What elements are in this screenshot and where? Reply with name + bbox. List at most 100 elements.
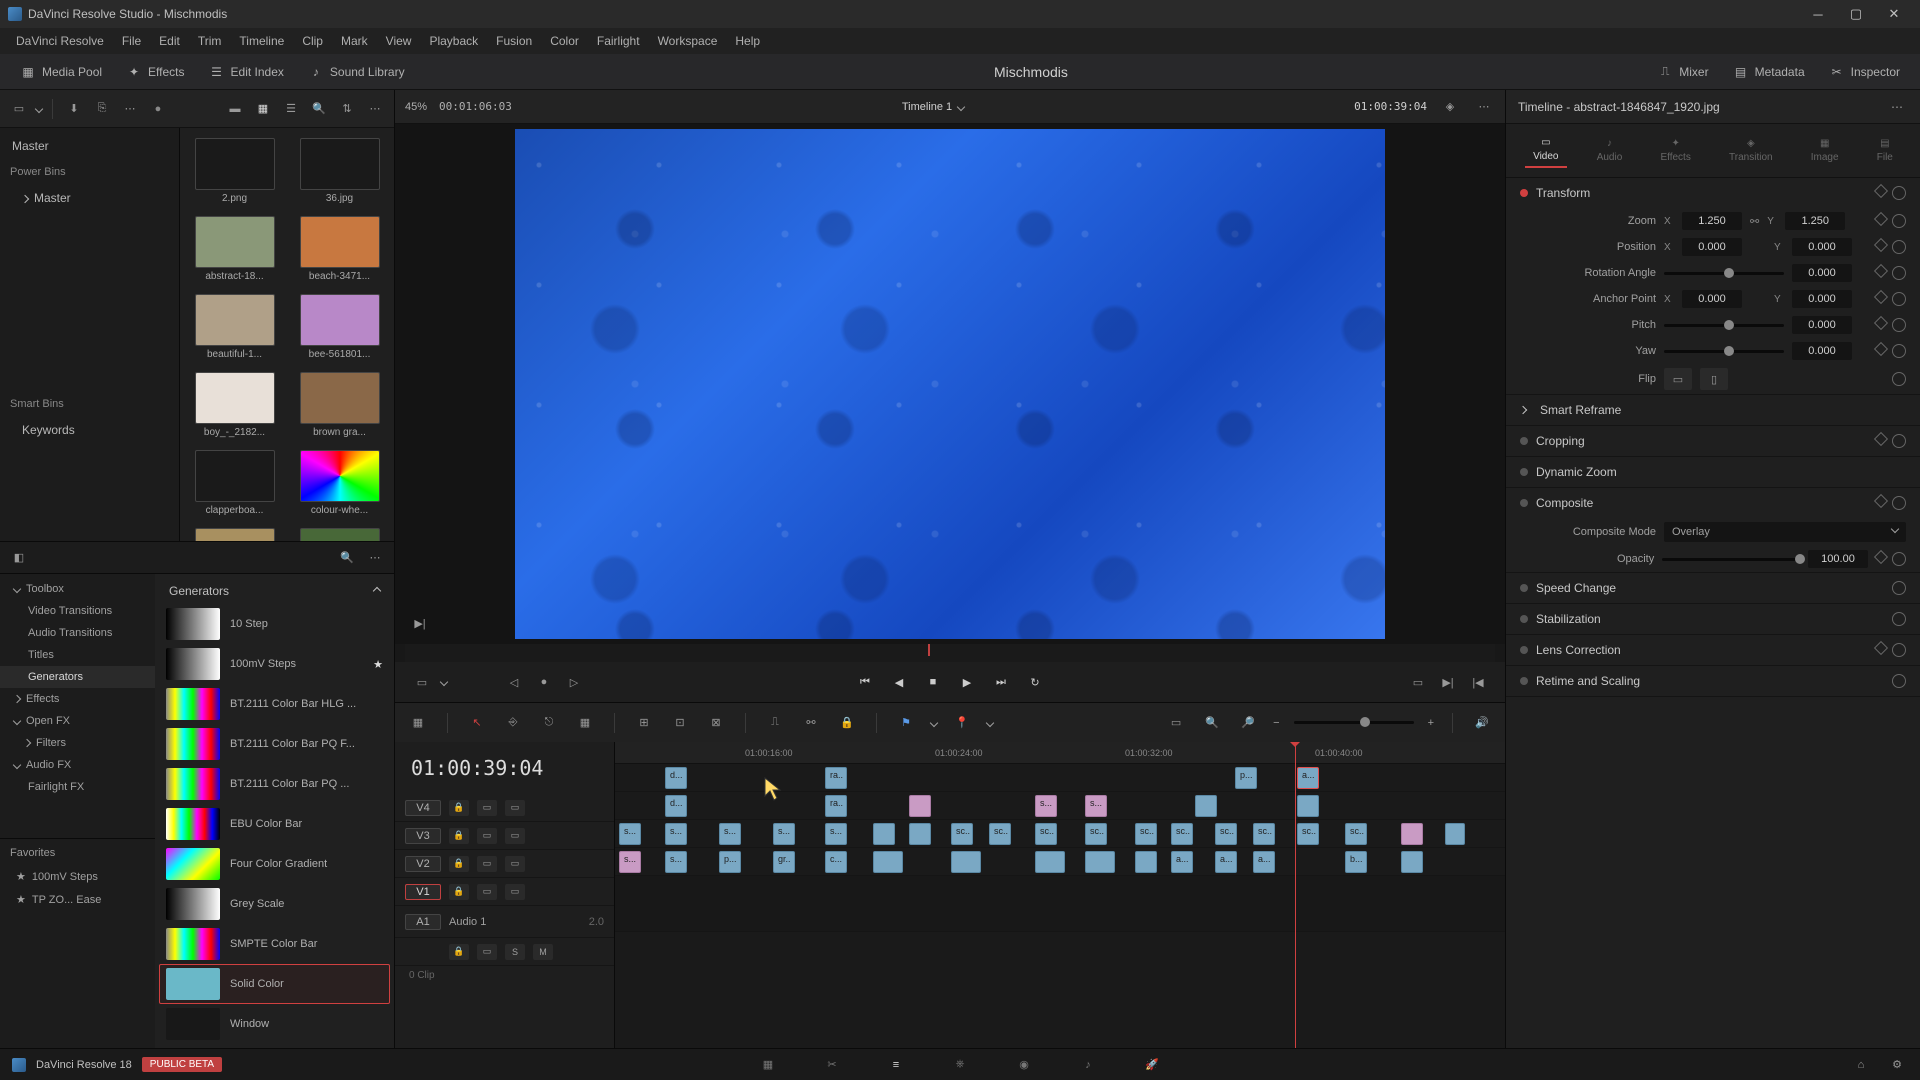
strip-view-button[interactable]: ▬ <box>224 98 246 120</box>
yaw-input[interactable] <box>1792 342 1852 360</box>
home-button[interactable]: ⌂ <box>1850 1054 1872 1076</box>
generator-item[interactable]: 10 Step <box>159 604 390 644</box>
fx-effects[interactable]: Effects <box>0 688 155 710</box>
retime-header[interactable]: Retime and Scaling <box>1536 674 1640 688</box>
fx-filters[interactable]: Filters <box>0 732 155 754</box>
track-v2-label[interactable]: V2 <box>405 856 441 872</box>
fx-video-trans[interactable]: Video Transitions <box>0 600 155 622</box>
fav-100mv[interactable]: ★ 100mV Steps <box>10 865 145 888</box>
track-v1-row[interactable]: s...s...p...gr..c...a...a...a...b... <box>615 848 1505 876</box>
track-v2-auto[interactable]: ▭ <box>477 856 497 872</box>
prev-frame-button[interactable]: ◀ <box>888 671 910 693</box>
track-v4-row[interactable]: d...ra..p...a... <box>615 764 1505 792</box>
speed-header[interactable]: Speed Change <box>1536 581 1616 595</box>
track-v3-auto[interactable]: ▭ <box>477 828 497 844</box>
track-v2-row[interactable]: s...s...s...s...s...sc..sc..sc..sc..sc..… <box>615 820 1505 848</box>
playhead[interactable] <box>1295 742 1296 1048</box>
audio-mute[interactable]: M <box>533 944 553 960</box>
minimize-button[interactable]: ─ <box>1800 2 1836 26</box>
fx-options-button[interactable]: ⋯ <box>364 547 386 569</box>
track-v4-auto[interactable]: ▭ <box>477 800 497 816</box>
tl-search-button[interactable]: ▭ <box>1165 712 1187 734</box>
generator-item[interactable]: EBU Color Bar <box>159 804 390 844</box>
first-frame-button[interactable]: ⏮ <box>854 671 876 693</box>
next-edit-button[interactable]: ▷ <box>563 671 585 693</box>
media-thumb[interactable]: beautiful-1... <box>190 294 279 360</box>
insert-button[interactable]: ⊞ <box>633 712 655 734</box>
menu-color[interactable]: Color <box>542 31 587 51</box>
page-edit[interactable]: ≡ <box>884 1055 908 1075</box>
edit-index-button[interactable]: ☰Edit Index <box>199 60 294 84</box>
zoom-y-input[interactable] <box>1785 212 1845 230</box>
flag-dropdown-icon[interactable] <box>930 718 938 726</box>
track-v1-enable[interactable]: ▭ <box>505 884 525 900</box>
menu-fusion[interactable]: Fusion <box>488 31 540 51</box>
tl-zoom-fit-button[interactable]: 🔎 <box>1237 712 1259 734</box>
media-thumb[interactable]: abstract-18... <box>190 216 279 282</box>
menu-edit[interactable]: Edit <box>151 31 188 51</box>
sound-library-button[interactable]: ♪Sound Library <box>298 60 415 84</box>
overwrite-button[interactable]: ⊡ <box>669 712 691 734</box>
media-thumb[interactable]: boy_-_2182... <box>190 372 279 438</box>
page-color[interactable]: ◉ <box>1012 1055 1036 1075</box>
marker-dropdown-icon[interactable] <box>986 718 994 726</box>
loop-button[interactable]: ↻ <box>1024 671 1046 693</box>
menu-davinci[interactable]: DaVinci Resolve <box>8 31 112 51</box>
snap-button[interactable]: ⎍ <box>764 712 786 734</box>
track-v3-label[interactable]: V3 <box>405 828 441 844</box>
page-cut[interactable]: ✂ <box>820 1055 844 1075</box>
marker-button[interactable]: 📍 <box>951 712 973 734</box>
menu-timeline[interactable]: Timeline <box>231 31 292 51</box>
fx-generators[interactable]: Generators <box>0 666 155 688</box>
lock-button[interactable]: 🔒 <box>836 712 858 734</box>
effects-button[interactable]: ✦Effects <box>116 60 194 84</box>
track-v4-lock[interactable]: 🔒 <box>449 800 469 816</box>
anchor-y-input[interactable] <box>1792 290 1852 308</box>
metadata-button[interactable]: ▤Metadata <box>1723 60 1815 84</box>
generator-item[interactable]: Solid Color <box>159 964 390 1004</box>
menu-help[interactable]: Help <box>727 31 768 51</box>
in-out-button[interactable]: ▭ <box>411 671 433 693</box>
bin-view-button[interactable]: ▭ <box>8 98 30 120</box>
stabilization-header[interactable]: Stabilization <box>1536 612 1601 626</box>
trim-tool[interactable]: ⎆ <box>502 712 524 734</box>
timeline-dropdown-icon[interactable] <box>957 102 965 110</box>
next-frame-button[interactable]: ⏭ <box>990 671 1012 693</box>
composite-mode-select[interactable]: Overlay <box>1664 522 1906 542</box>
link-selection-button[interactable]: ⚯ <box>800 712 822 734</box>
link-button[interactable]: ⎘ <box>91 98 113 120</box>
media-pool-button[interactable]: ▦Media Pool <box>10 60 112 84</box>
audio-auto[interactable]: ▭ <box>477 944 497 960</box>
track-v4-label[interactable]: V4 <box>405 800 441 816</box>
zoom-in-button[interactable]: + <box>1428 717 1434 729</box>
blade-tool[interactable]: ▦ <box>574 712 596 734</box>
page-deliver[interactable]: 🚀 <box>1140 1055 1164 1075</box>
media-thumb[interactable]: 2.png <box>190 138 279 204</box>
track-v3-lock[interactable]: 🔒 <box>449 828 469 844</box>
mixer-button[interactable]: ⎍Mixer <box>1647 60 1718 84</box>
pos-y-input[interactable] <box>1792 238 1852 256</box>
inspector-button[interactable]: ✂Inspector <box>1819 60 1910 84</box>
zoom-slider[interactable] <box>1294 721 1414 724</box>
viewer-expand-button[interactable]: ▶| <box>409 612 431 634</box>
media-thumb[interactable]: clapperboa... <box>190 450 279 516</box>
timeline-name[interactable]: Timeline 1 <box>902 101 952 113</box>
generator-item[interactable]: Window <box>159 1004 390 1044</box>
fx-fairlightfx[interactable]: Fairlight FX <box>0 776 155 798</box>
track-a1-row[interactable] <box>615 876 1505 932</box>
composite-header[interactable]: Composite <box>1536 496 1593 510</box>
generator-item[interactable]: SMPTE Color Bar <box>159 924 390 964</box>
collapse-icon[interactable] <box>373 587 381 595</box>
settings-button[interactable]: ⚙ <box>1886 1054 1908 1076</box>
track-v3-enable[interactable]: ▭ <box>505 828 525 844</box>
inspector-tab-image[interactable]: ▦Image <box>1803 134 1847 167</box>
track-v4-enable[interactable]: ▭ <box>505 800 525 816</box>
opacity-input[interactable] <box>1808 550 1868 568</box>
flag-button[interactable]: ⚑ <box>895 712 917 734</box>
inspector-tab-video[interactable]: ▭Video <box>1525 133 1566 168</box>
media-thumb[interactable]: colour-whe... <box>295 450 384 516</box>
viewer[interactable]: ▶| <box>395 124 1505 644</box>
inspector-tab-effects[interactable]: ✦Effects <box>1652 134 1698 167</box>
menu-file[interactable]: File <box>114 31 149 51</box>
track-v1-label[interactable]: V1 <box>405 884 441 900</box>
